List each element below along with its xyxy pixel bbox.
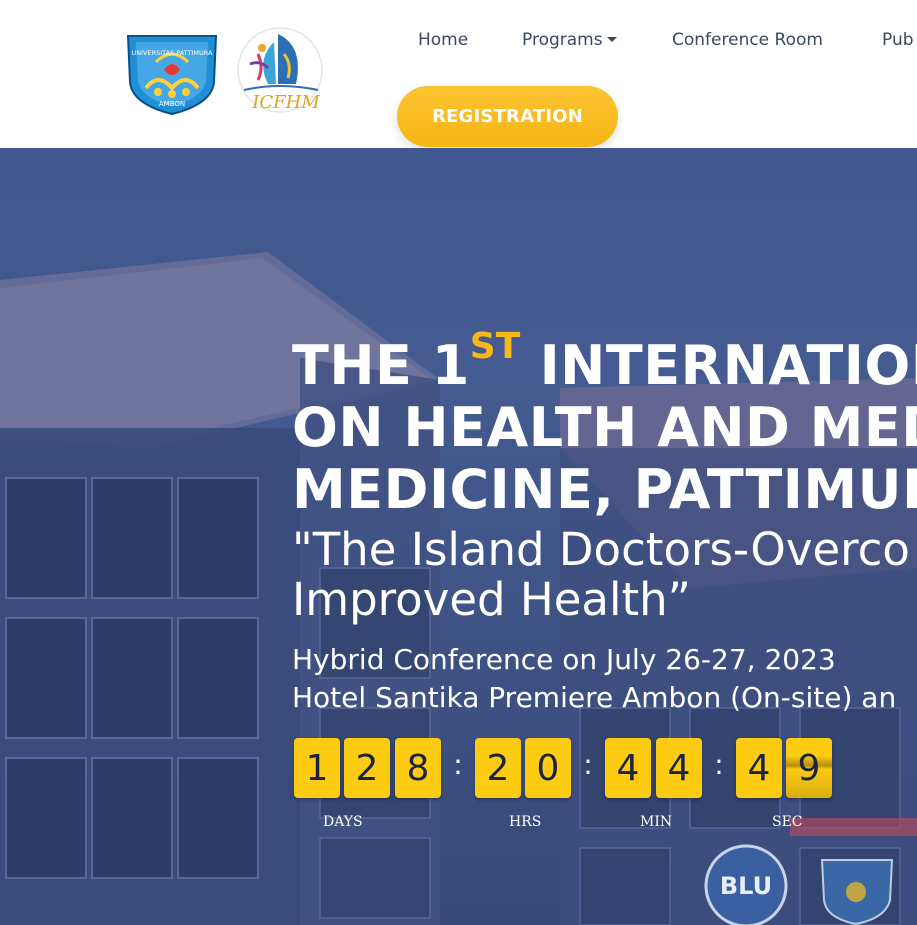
university-logo-city: AMBON xyxy=(159,100,185,108)
nav-home[interactable]: Home xyxy=(418,30,468,50)
countdown-seconds-digit: 9 xyxy=(786,738,832,798)
countdown-seconds-digit: 4 xyxy=(736,738,782,798)
countdown-days-digit: 2 xyxy=(344,738,390,798)
registration-button[interactable]: REGISTRATION xyxy=(397,86,618,147)
countdown-minutes-digit: 4 xyxy=(605,738,651,798)
countdown-separator: : xyxy=(583,748,593,781)
countdown-hours-digit: 0 xyxy=(525,738,571,798)
nav-programs-label: Programs xyxy=(522,30,603,50)
site-header: UNIVERSITAS PATTIMURA AMBON ICFHM Home P… xyxy=(0,0,917,148)
countdown-label-minutes: MIN xyxy=(640,814,673,830)
countdown-hours-digit: 2 xyxy=(475,738,521,798)
hero-banner: BLU THE 1ST INTERNATION ON HEALTH AND ME… xyxy=(0,148,917,925)
conference-logo-text: ICFHM xyxy=(251,92,320,113)
countdown-days-digit: 8 xyxy=(395,738,441,798)
countdown-separator: : xyxy=(453,748,463,781)
university-logo-text: UNIVERSITAS PATTIMURA xyxy=(131,49,213,57)
caret-down-icon xyxy=(606,37,617,42)
nav-conference-room[interactable]: Conference Room xyxy=(672,30,823,50)
countdown-minutes-digit: 4 xyxy=(656,738,702,798)
university-logo[interactable]: UNIVERSITAS PATTIMURA AMBON xyxy=(124,28,220,116)
countdown-label-seconds: SEC xyxy=(772,814,803,830)
countdown-label-days: DAYS xyxy=(323,814,363,830)
conference-logo[interactable]: ICFHM xyxy=(234,24,326,120)
nav-publication[interactable]: Pub xyxy=(882,30,914,50)
countdown-days-digit: 1 xyxy=(294,738,340,798)
nav-programs[interactable]: Programs xyxy=(522,30,617,50)
countdown-separator: : xyxy=(714,748,724,781)
countdown-label-hours: HRS xyxy=(509,814,542,830)
countdown-timer: 1 2 8 : 2 0 : 4 4 : 4 9 DAYS HRS MIN SEC xyxy=(0,148,917,925)
